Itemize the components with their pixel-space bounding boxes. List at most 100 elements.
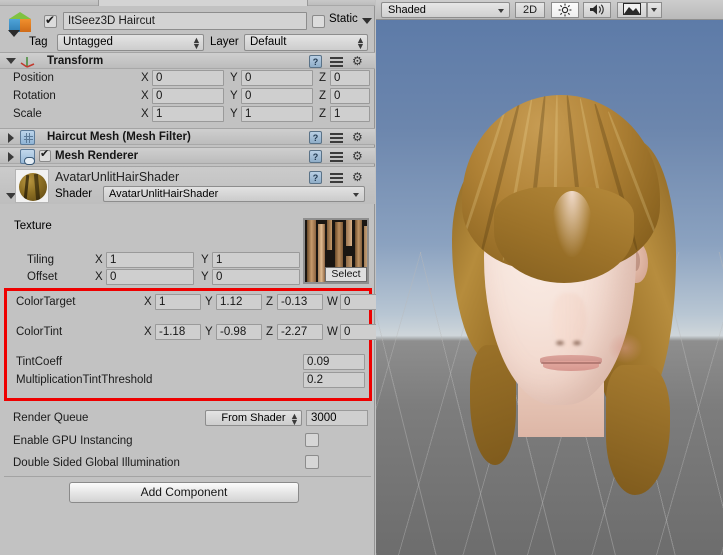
color-tint-z-axis-label: Z — [266, 326, 274, 338]
double-sided-gi-checkbox[interactable] — [305, 455, 319, 469]
transform-component-header[interactable]: Transform ? ⚙ — [0, 52, 375, 69]
color-target-z-axis-label: Z — [266, 296, 274, 308]
color-target-y-field[interactable]: 1.12 — [216, 294, 262, 310]
texture-label: Texture — [14, 220, 52, 232]
draw-mode-value: Shaded — [388, 4, 426, 16]
tag-dropdown[interactable]: Untagged ▲ ▼ — [57, 34, 204, 51]
color-target-row: ColorTarget X 1 Y 1.12 Z -0.13 W 0 — [7, 294, 386, 312]
mesh-renderer-icon — [20, 149, 35, 165]
image-effects-dropdown-button[interactable] — [647, 2, 662, 18]
offset-y-axis-label: Y — [201, 271, 209, 283]
gear-icon[interactable]: ⚙ — [352, 55, 366, 69]
mesh-filter-icon — [20, 130, 35, 145]
color-target-w-axis-label: W — [327, 296, 338, 308]
avatar-head-model[interactable] — [452, 95, 676, 495]
2d-toggle-button[interactable]: 2D — [515, 2, 545, 18]
preset-icon[interactable] — [330, 151, 343, 163]
texture-select-button[interactable]: Select — [325, 267, 367, 282]
rotation-x-field[interactable]: 0 — [152, 88, 224, 104]
tint-coeff-label: TintCoeff — [16, 356, 63, 368]
gear-icon[interactable]: ⚙ — [352, 150, 366, 164]
render-queue-row: Render Queue From Shader ▲ ▼ 3000 — [0, 410, 375, 428]
tiling-x-field[interactable]: 1 — [106, 252, 194, 268]
mesh-renderer-component-header[interactable]: Mesh Renderer ? ⚙ — [0, 147, 375, 165]
color-tint-x-field[interactable]: -1.18 — [155, 324, 201, 340]
render-queue-value-field[interactable]: 3000 — [306, 410, 368, 426]
lighting-toggle-button[interactable] — [551, 2, 579, 18]
offset-x-field[interactable]: 0 — [106, 269, 194, 285]
offset-y-field[interactable]: 0 — [212, 269, 300, 285]
inspector-panel: ItSeez3D Haircut Static Tag Untagged ▲▼ … — [0, 0, 386, 555]
color-target-x-field[interactable]: 1 — [155, 294, 201, 310]
render-queue-label: Render Queue — [13, 412, 89, 424]
gameobject-name-field[interactable]: ItSeez3D Haircut — [63, 12, 307, 30]
rotation-z-field[interactable]: 0 — [330, 88, 370, 104]
static-dropdown-arrow-icon[interactable] — [362, 18, 372, 24]
color-target-z-field[interactable]: -0.13 — [277, 294, 323, 310]
transform-foldout-icon[interactable] — [6, 58, 16, 64]
color-tint-label: ColorTint — [16, 326, 63, 338]
mesh-filter-title: Haircut Mesh (Mesh Filter) — [47, 131, 191, 143]
position-y-field[interactable]: 0 — [241, 70, 313, 86]
texture-block: Texture Tiling X 1 Y 1 Offset X 0 Y 0 Se… — [0, 216, 375, 288]
color-target-label: ColorTarget — [16, 296, 76, 308]
static-checkbox[interactable] — [312, 15, 325, 28]
render-queue-dropdown[interactable]: From Shader ▲ ▼ — [205, 410, 302, 427]
preset-icon[interactable] — [330, 56, 343, 68]
color-tint-z-field[interactable]: -2.27 — [277, 324, 323, 340]
mesh-filter-header-icons: ? ⚙ — [309, 131, 369, 145]
gear-icon[interactable]: ⚙ — [352, 131, 366, 145]
texture-preview[interactable]: Select — [303, 218, 369, 284]
layer-stepper-icon: ▲ ▼ — [356, 35, 365, 51]
shader-label: Shader — [55, 188, 93, 200]
transform-icon — [20, 55, 36, 69]
tag-value: Untagged — [63, 36, 113, 48]
color-tint-y-axis-label: Y — [205, 326, 213, 338]
gpu-instancing-checkbox[interactable] — [305, 433, 319, 447]
gameobject-header: ItSeez3D Haircut Static Tag Untagged ▲▼ … — [0, 6, 375, 52]
color-tint-row: ColorTint X -1.18 Y -0.98 Z -2.27 W 0 — [7, 324, 386, 342]
avatar-hair — [456, 95, 664, 425]
rotation-y-field[interactable]: 0 — [241, 88, 313, 104]
draw-mode-dropdown[interactable]: Shaded — [381, 2, 510, 18]
tiling-y-field[interactable]: 1 — [212, 252, 300, 268]
transform-title: Transform — [47, 55, 104, 67]
preset-icon[interactable] — [330, 172, 343, 184]
material-header-icons: ? ⚙ — [309, 171, 369, 185]
gameobject-active-checkbox[interactable] — [44, 13, 57, 28]
position-x-axis-label: X — [141, 72, 149, 84]
help-icon[interactable]: ? — [309, 171, 322, 184]
gear-icon[interactable]: ⚙ — [352, 171, 366, 185]
mesh-renderer-foldout-icon[interactable] — [8, 152, 14, 162]
scale-z-field[interactable]: 1 — [330, 106, 370, 122]
material-preview-thumbnail[interactable] — [15, 169, 49, 203]
double-sided-gi-row: Double Sided Global Illumination — [0, 455, 375, 473]
layer-dropdown[interactable]: Default ▲ ▼ — [244, 34, 368, 51]
mesh-filter-foldout-icon[interactable] — [8, 133, 14, 143]
mesh-filter-component-header[interactable]: Haircut Mesh (Mesh Filter) ? ⚙ — [0, 128, 375, 145]
position-z-field[interactable]: 0 — [330, 70, 370, 86]
position-x-field[interactable]: 0 — [152, 70, 224, 86]
scale-y-field[interactable]: 1 — [241, 106, 313, 122]
multiplication-tint-threshold-field[interactable]: 0.2 — [303, 372, 365, 388]
scale-y-axis-label: Y — [230, 108, 238, 120]
scene-viewport[interactable] — [376, 20, 723, 555]
tint-coeff-field[interactable]: 0.09 — [303, 354, 365, 370]
preset-icon[interactable] — [330, 132, 343, 144]
tag-stepper-icon: ▲ ▼ — [192, 35, 201, 51]
add-component-button[interactable]: Add Component — [69, 482, 299, 503]
mesh-renderer-enabled-checkbox[interactable] — [39, 148, 51, 163]
help-icon[interactable]: ? — [309, 55, 322, 68]
help-icon[interactable]: ? — [309, 131, 322, 144]
position-y-axis-label: Y — [230, 72, 238, 84]
multiplication-tint-threshold-row: MultiplicationTintThreshold 0.2 — [7, 372, 382, 390]
scale-x-field[interactable]: 1 — [152, 106, 224, 122]
image-effects-button[interactable] — [617, 2, 647, 18]
shader-dropdown[interactable]: AvatarUnlitHairShader — [103, 186, 365, 202]
help-icon[interactable]: ? — [309, 150, 322, 163]
audio-toggle-button[interactable] — [583, 2, 611, 18]
mesh-renderer-title: Mesh Renderer — [55, 150, 139, 162]
color-tint-y-field[interactable]: -0.98 — [216, 324, 262, 340]
render-queue-stepper-icon: ▲ ▼ — [290, 411, 299, 427]
render-queue-mode: From Shader — [221, 412, 286, 424]
